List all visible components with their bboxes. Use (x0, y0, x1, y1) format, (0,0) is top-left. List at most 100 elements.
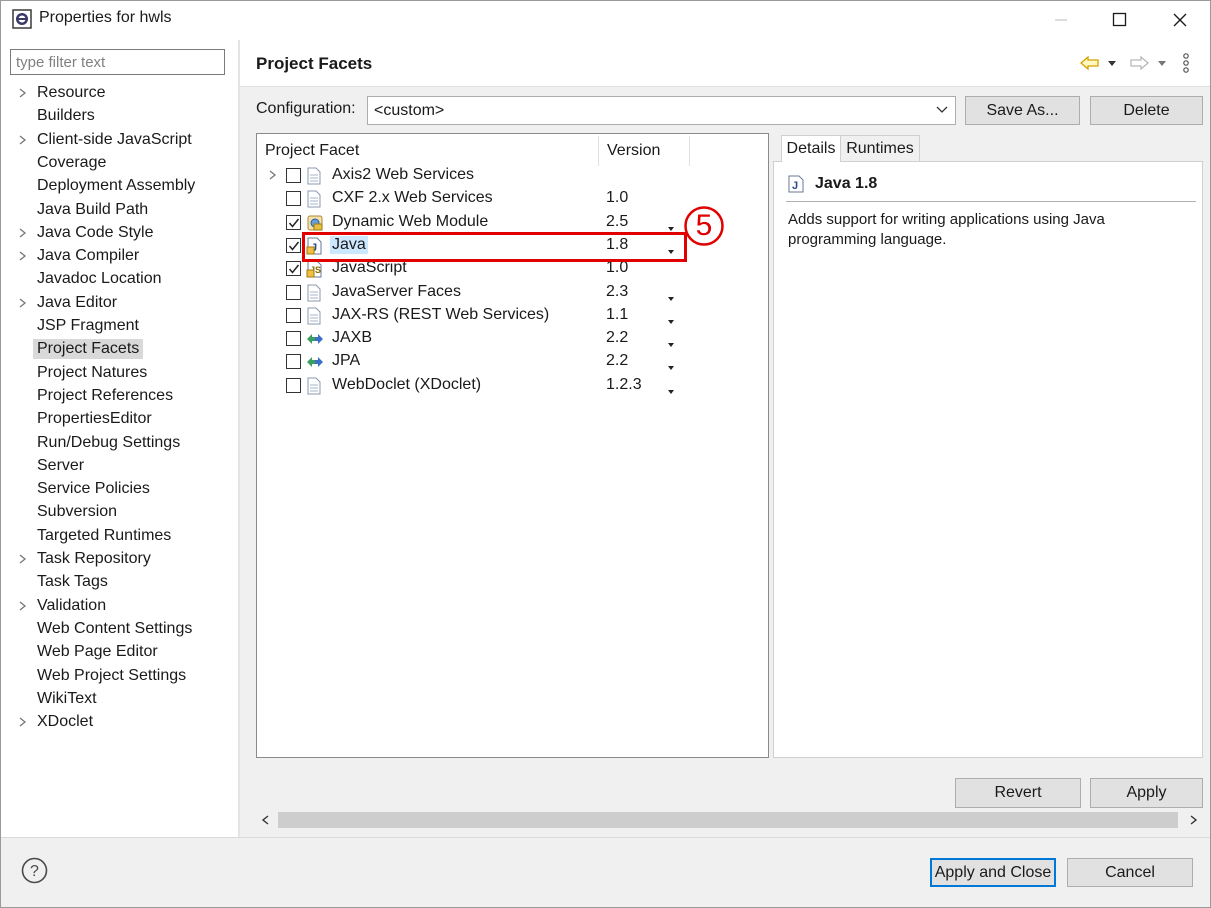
sidebar-item[interactable]: Task Repository (18, 548, 154, 570)
sidebar-item[interactable]: Java Code Style (18, 222, 157, 244)
sidebar-item[interactable]: Java Compiler (18, 245, 142, 267)
apply-button[interactable]: Apply (1090, 778, 1203, 808)
sidebar-item-label: Project References (37, 386, 174, 404)
sidebar-item[interactable]: Project References (18, 385, 176, 407)
tab-runtimes[interactable]: Runtimes (840, 135, 920, 162)
facet-version[interactable]: 2.5 (606, 213, 628, 231)
sidebar-item[interactable]: Service Policies (18, 478, 153, 500)
back-button[interactable] (1079, 52, 1101, 74)
sidebar-item[interactable]: Web Project Settings (18, 665, 189, 687)
back-menu-button[interactable] (1106, 52, 1118, 74)
horizontal-scrollbar[interactable] (256, 810, 1203, 830)
sidebar-item[interactable]: Deployment Assembly (18, 175, 198, 197)
sidebar-item[interactable]: Client-side JavaScript (18, 129, 195, 151)
sidebar-item[interactable]: JSP Fragment (18, 315, 142, 337)
expand-toggle[interactable] (18, 716, 37, 728)
sidebar-item[interactable]: Java Build Path (18, 199, 151, 221)
facet-checkbox[interactable] (286, 377, 301, 393)
facet-version[interactable]: 1.2.3 (606, 376, 642, 394)
chevron-right-icon[interactable] (18, 600, 28, 612)
sidebar-item[interactable]: WikiText (18, 688, 100, 710)
facet-checkbox[interactable] (286, 261, 301, 277)
sidebar-item[interactable]: Java Editor (18, 292, 120, 314)
expand-toggle[interactable] (18, 227, 37, 239)
facet-row[interactable]: JPA 2.2 (262, 351, 682, 374)
view-menu-button[interactable] (1180, 52, 1192, 74)
expand-toggle[interactable] (18, 553, 37, 565)
sidebar-item[interactable]: Resource (18, 82, 108, 104)
column-separator[interactable] (598, 136, 599, 166)
scroll-right-icon[interactable] (1187, 814, 1199, 826)
facet-row[interactable]: CXF 2.x Web Services 1.0 (262, 188, 682, 211)
facet-checkbox[interactable] (286, 284, 301, 300)
facet-checkbox[interactable] (286, 331, 301, 347)
facet-version[interactable]: 2.3 (606, 283, 628, 301)
apply-and-close-button[interactable]: Apply and Close (930, 858, 1056, 887)
facet-version[interactable]: 2.2 (606, 352, 628, 370)
sidebar-item[interactable]: Subversion (18, 501, 120, 523)
sidebar-item[interactable]: Javadoc Location (18, 268, 165, 290)
facet-row[interactable]: Axis2 Web Services (262, 165, 682, 188)
facet-version[interactable]: 1.1 (606, 306, 628, 324)
checkmark-icon (288, 264, 300, 274)
sidebar-item[interactable]: Task Tags (18, 571, 111, 593)
delete-button[interactable]: Delete (1090, 96, 1203, 125)
expand-toggle[interactable] (18, 87, 37, 99)
sidebar-item[interactable]: Web Page Editor (18, 641, 161, 663)
expand-toggle[interactable] (18, 250, 37, 262)
chevron-right-icon[interactable] (18, 134, 28, 146)
facet-checkbox[interactable] (286, 191, 301, 207)
chevron-right-icon[interactable] (268, 168, 278, 185)
sidebar-item[interactable]: XDoclet (18, 711, 96, 733)
revert-button[interactable]: Revert (955, 778, 1081, 808)
sidebar-item[interactable]: Targeted Runtimes (18, 525, 174, 547)
facet-checkbox[interactable] (286, 307, 301, 323)
chevron-right-icon[interactable] (18, 716, 28, 728)
cancel-button[interactable]: Cancel (1067, 858, 1193, 887)
chevron-right-icon[interactable] (18, 250, 28, 262)
sidebar-item[interactable]: Project Facets (18, 338, 144, 360)
sidebar-item[interactable]: Coverage (18, 152, 109, 174)
chevron-right-icon[interactable] (18, 87, 28, 99)
expand-toggle[interactable] (18, 297, 37, 309)
chevron-right-icon[interactable] (18, 553, 28, 565)
chevron-right-icon[interactable] (18, 297, 28, 309)
chevron-right-icon[interactable] (18, 227, 28, 239)
sidebar-item[interactable]: Validation (18, 595, 109, 617)
scrollbar-thumb[interactable] (278, 812, 1178, 828)
expand-toggle[interactable] (18, 600, 37, 612)
filter-input[interactable] (10, 49, 225, 75)
forward-button[interactable] (1128, 52, 1150, 74)
expand-toggle[interactable] (18, 134, 37, 146)
sidebar-item[interactable]: Run/Debug Settings (18, 432, 183, 454)
tab-details[interactable]: Details (781, 135, 841, 162)
configuration-combo[interactable]: <custom> (367, 96, 956, 125)
version-dropdown-icon[interactable] (666, 383, 676, 401)
forward-menu-button[interactable] (1156, 52, 1168, 74)
details-panel (773, 161, 1203, 758)
back-arrow-icon (1080, 55, 1099, 71)
minimize-button[interactable] (1031, 0, 1091, 40)
facet-version[interactable]: 2.2 (606, 329, 628, 347)
column-header-facet[interactable]: Project Facet (265, 136, 359, 166)
sidebar-item[interactable]: Builders (18, 105, 98, 127)
facet-row[interactable]: JAXB 2.2 (262, 328, 682, 351)
help-button[interactable]: ? (21, 857, 48, 884)
sidebar-item[interactable]: Server (18, 455, 87, 477)
close-button[interactable] (1150, 0, 1210, 40)
column-header-version[interactable]: Version (607, 136, 660, 166)
facet-checkbox[interactable] (286, 237, 301, 253)
facet-row[interactable]: WebDoclet (XDoclet) 1.2.3 (262, 375, 682, 398)
sidebar-item[interactable]: Project Natures (18, 362, 150, 384)
facet-checkbox[interactable] (286, 214, 301, 230)
sidebar-item[interactable]: PropertiesEditor (18, 408, 155, 430)
scroll-left-icon[interactable] (260, 814, 272, 826)
facet-row[interactable]: JAX-RS (REST Web Services) 1.1 (262, 305, 682, 328)
facet-row[interactable]: JavaServer Faces 2.3 (262, 282, 682, 305)
save-as-button[interactable]: Save As... (965, 96, 1080, 125)
sidebar-item[interactable]: Web Content Settings (18, 618, 195, 640)
facet-checkbox[interactable] (286, 168, 301, 183)
facet-checkbox[interactable] (286, 354, 301, 370)
maximize-button[interactable] (1090, 0, 1150, 40)
column-separator[interactable] (689, 136, 690, 166)
